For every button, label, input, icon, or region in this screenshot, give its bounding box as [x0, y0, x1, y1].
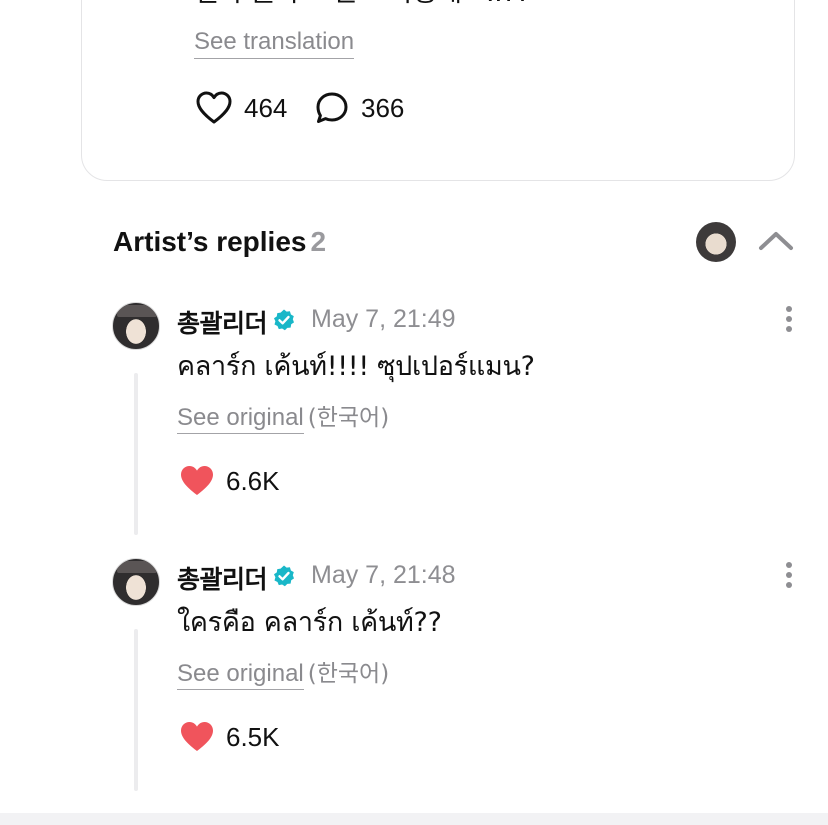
heart-filled-icon: [181, 722, 213, 751]
see-translation-link[interactable]: See translation: [194, 28, 355, 59]
collapse-replies-button[interactable]: [758, 228, 794, 257]
artist-reply: 총괄리더 May 7, 21:48 ใครคือ คลาร์ก เค้นท์??…: [0, 554, 828, 804]
reply-like-count: 6.6K: [226, 465, 280, 496]
more-options-button[interactable]: [779, 304, 799, 334]
kebab-dot: [786, 316, 792, 322]
see-original-row: See original (한국어): [177, 398, 390, 434]
artist-avatar: [696, 222, 736, 262]
thread-line: [134, 629, 138, 791]
reply-author-avatar[interactable]: [112, 302, 160, 350]
see-original-link[interactable]: See original: [177, 404, 304, 434]
more-vertical-icon: [786, 306, 792, 312]
artist-replies-heading: Artist’s replies 2: [113, 226, 326, 258]
reply-like-count: 6.5K: [226, 721, 280, 752]
heart-outline-icon: [196, 91, 232, 124]
more-options-button[interactable]: [779, 560, 799, 590]
speech-bubble-icon: [316, 92, 348, 123]
see-original-link[interactable]: See original: [177, 660, 304, 690]
post-comment-count: 366: [361, 92, 405, 123]
kebab-dot: [786, 572, 792, 578]
reply-like-button[interactable]: 6.5K: [178, 720, 280, 754]
post-card: 설마 클라크 켄트 가능해요..?? See translation 464 3…: [81, 0, 795, 181]
post-comment-button[interactable]: 366: [315, 91, 404, 125]
reply-like-button[interactable]: 6.6K: [178, 464, 280, 498]
reply-author-avatar[interactable]: [112, 558, 160, 606]
verified-badge-icon: [274, 565, 294, 587]
post-like-count: 464: [244, 92, 288, 123]
reply-text: ใครคือ คลาร์ก เค้นท์??: [177, 607, 442, 638]
post-like-button[interactable]: 464: [196, 91, 287, 125]
reply-timestamp: May 7, 21:49: [311, 305, 456, 333]
see-original-row: See original (한국어): [177, 654, 390, 690]
heart-filled-icon: [181, 466, 213, 495]
app-screen: 설마 클라크 켄트 가능해요..?? See translation 464 3…: [0, 0, 828, 825]
kebab-dot: [786, 326, 792, 332]
original-language: (한국어): [307, 405, 390, 431]
thread-line: [134, 373, 138, 535]
reply-timestamp: May 7, 21:48: [311, 561, 456, 589]
section-divider: [0, 813, 828, 825]
chevron-up-icon: [759, 232, 793, 250]
artist-replies-count: 2: [310, 226, 327, 257]
reply-author-name[interactable]: 총괄리더: [177, 560, 268, 596]
reply-author-name[interactable]: 총괄리더: [177, 304, 268, 340]
verified-badge-icon: [274, 309, 294, 331]
artist-replies-title: Artist’s replies: [113, 226, 307, 257]
more-vertical-icon: [786, 562, 792, 568]
kebab-dot: [786, 582, 792, 588]
reply-text: คลาร์ก เค้นท์!!!! ซุปเปอร์แมน?: [177, 351, 535, 382]
artist-reply: 총괄리더 May 7, 21:49 คลาร์ก เค้นท์!!!! ซุปเ…: [0, 298, 828, 548]
original-language: (한국어): [307, 661, 390, 687]
post-text: 설마 클라크 켄트 가능해요..??: [194, 0, 530, 9]
